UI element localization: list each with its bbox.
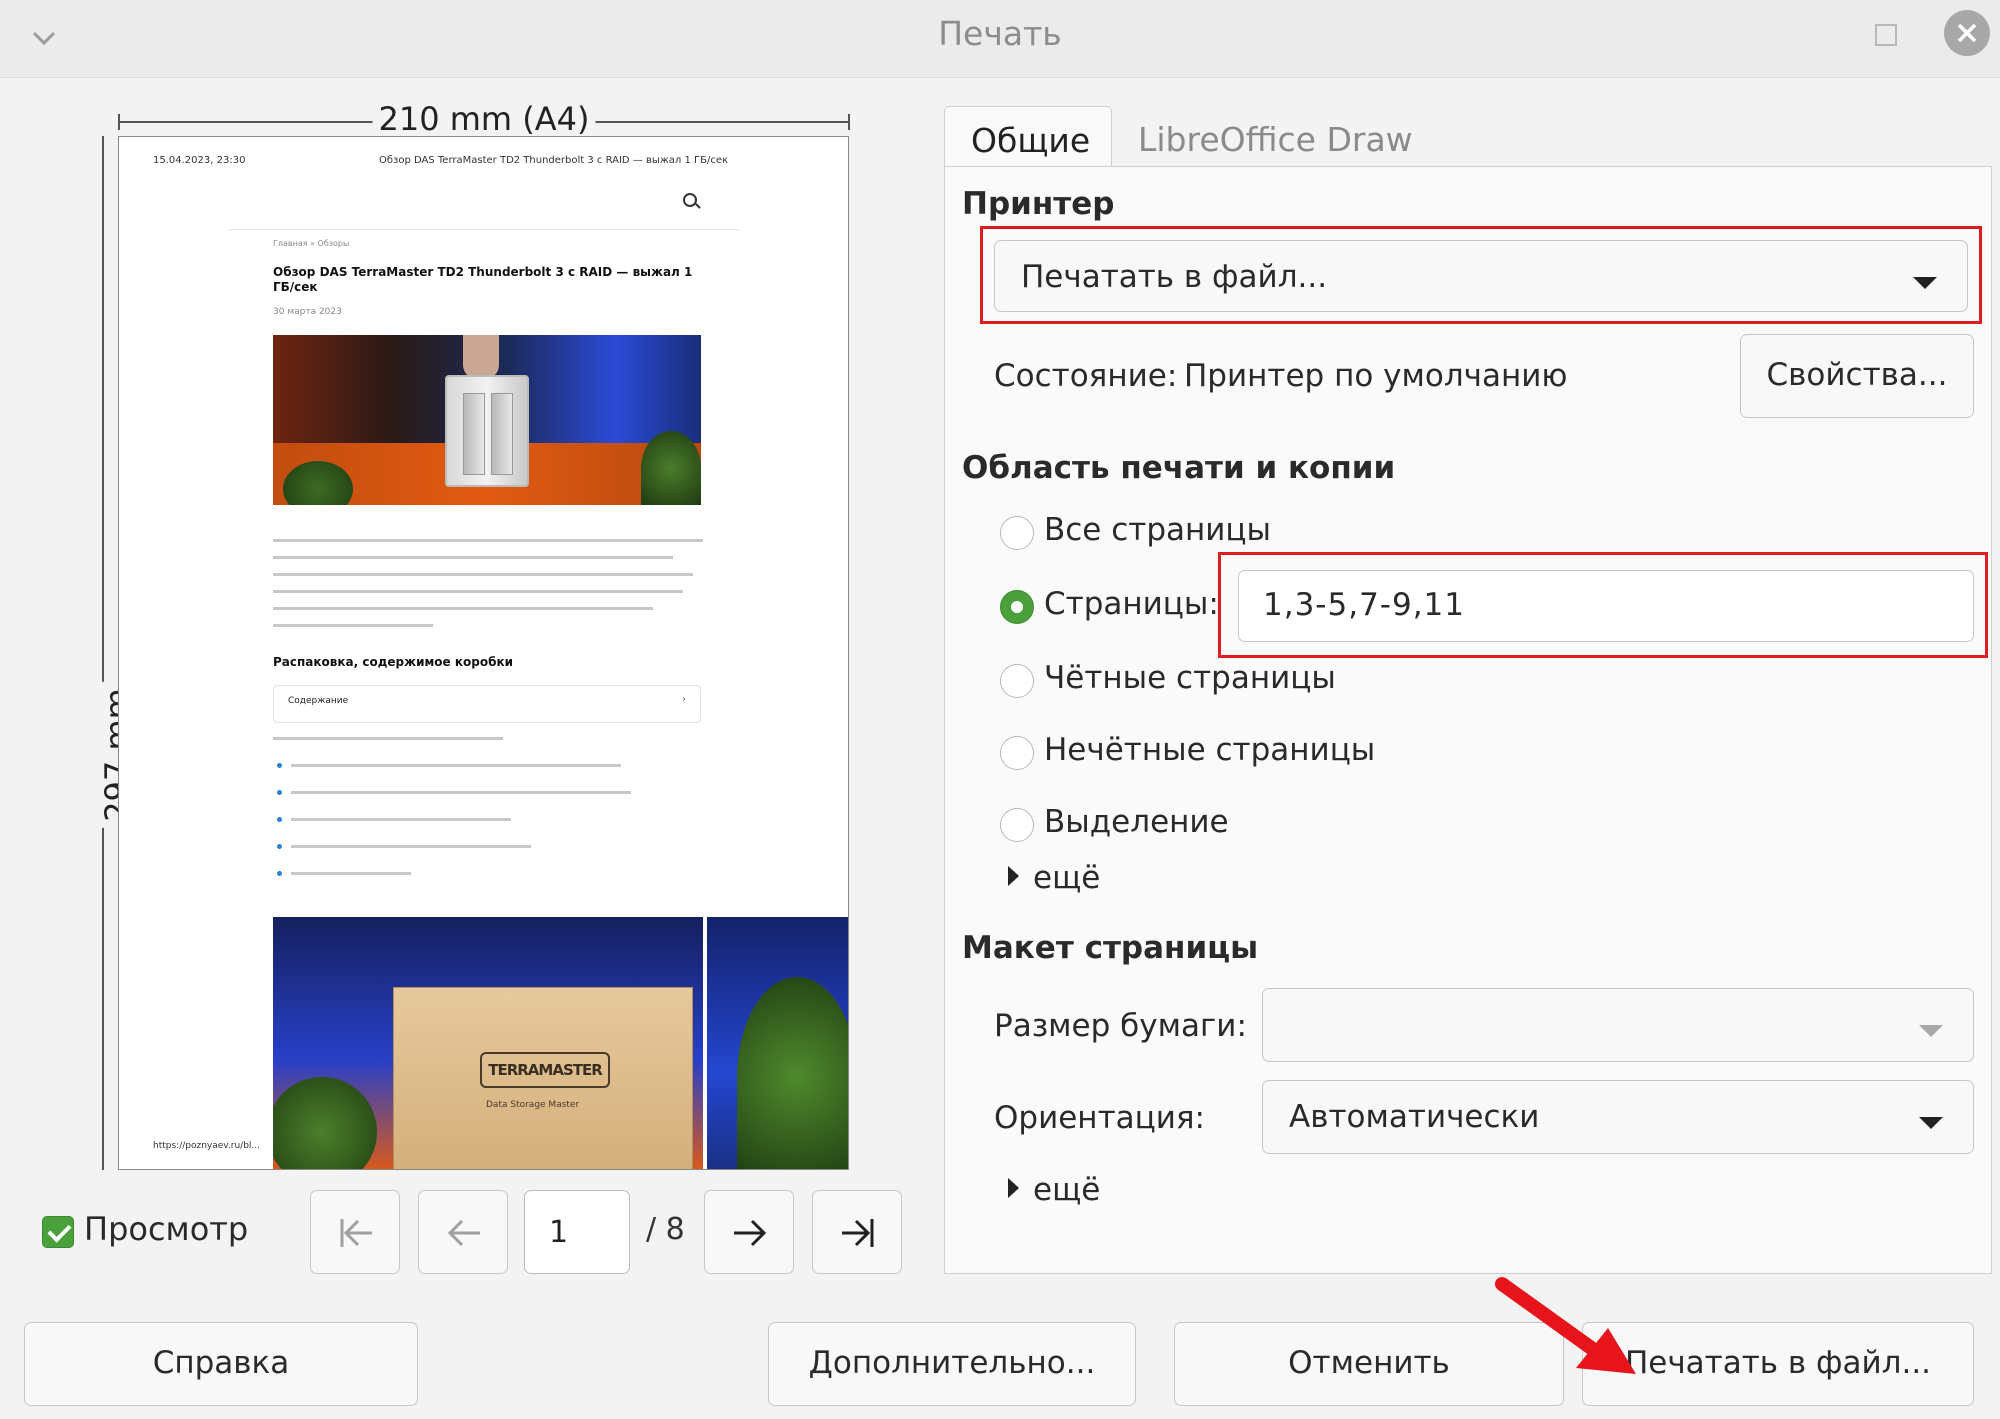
print-preview-page: 15.04.2023, 23:30 Обзор DAS TerraMaster … — [118, 136, 849, 1170]
previous-page-button[interactable] — [418, 1190, 508, 1274]
page-layout-heading: Макет страницы — [962, 930, 1259, 966]
radio-even-pages-label[interactable]: Чётные страницы — [1044, 660, 1336, 696]
arrow-right-icon — [734, 1219, 767, 1247]
radio-selection-label[interactable]: Выделение — [1044, 804, 1229, 840]
pages-input-value: 1,3-5,7-9,11 — [1263, 587, 1465, 623]
article-photo — [273, 335, 701, 505]
current-page-input[interactable]: 1 — [524, 1190, 630, 1274]
range-more-expander[interactable]: ещё — [1008, 860, 1100, 896]
preview-article-date: 30 марта 2023 — [273, 307, 342, 317]
preview-article-title: Обзор DAS TerraMaster TD2 Thunderbolt 3 … — [273, 265, 693, 294]
divider — [229, 229, 739, 230]
preview-header: Обзор DAS TerraMaster TD2 Thunderbolt 3 … — [379, 155, 729, 166]
article-photo-box: TERRAMASTER Data Storage Master — [273, 917, 703, 1169]
preview-bullet-list — [273, 763, 673, 898]
first-page-button[interactable] — [310, 1190, 400, 1274]
tab-general[interactable]: Общие — [944, 106, 1112, 168]
article-photo-side — [707, 917, 848, 1169]
orientation-select[interactable]: Автоматически — [1262, 1080, 1974, 1154]
range-more-label: ещё — [1033, 860, 1101, 896]
radio-selection[interactable] — [1000, 808, 1034, 842]
preview-paragraph — [273, 527, 703, 641]
radio-odd-pages-label[interactable]: Нечётные страницы — [1044, 732, 1375, 768]
tab-libreoffice-draw[interactable]: LibreOffice Draw — [1112, 106, 1439, 168]
first-page-icon — [340, 1219, 372, 1247]
last-page-button[interactable] — [812, 1190, 902, 1274]
expand-triangle-icon — [1008, 866, 1019, 886]
search-icon — [683, 193, 697, 207]
preview-logo-tagline: Data Storage Master — [486, 1100, 580, 1110]
preview-date: 15.04.2023, 23:30 — [153, 155, 246, 166]
orientation-label: Ориентация: — [994, 1100, 1205, 1136]
print-to-file-button[interactable]: Печатать в файл... — [1582, 1322, 1974, 1406]
preview-logo: TERRAMASTER — [480, 1052, 610, 1088]
radio-pages-label[interactable]: Страницы: — [1044, 586, 1219, 622]
title-bar: Печать — [0, 0, 2000, 78]
pages-input[interactable]: 1,3-5,7-9,11 — [1238, 570, 1974, 642]
properties-button[interactable]: Свойства... — [1740, 334, 1974, 418]
dropdown-arrow-icon — [1919, 1117, 1943, 1129]
preview-checkbox-label[interactable]: Просмотр — [84, 1210, 248, 1248]
status-label: Состояние: — [994, 358, 1178, 394]
layout-more-expander[interactable]: ещё — [1008, 1172, 1100, 1208]
preview-heading: Распаковка, содержимое коробки — [273, 655, 514, 669]
dropdown-arrow-icon — [1913, 277, 1937, 289]
window-title: Печать — [938, 14, 1062, 53]
radio-all-pages[interactable] — [1000, 516, 1034, 550]
layout-more-label: ещё — [1033, 1172, 1101, 1208]
help-button[interactable]: Справка — [24, 1322, 418, 1406]
last-page-icon — [842, 1219, 874, 1247]
orientation-value: Автоматически — [1289, 1099, 1540, 1135]
advanced-button[interactable]: Дополнительно... — [768, 1322, 1136, 1406]
preview-url: https://poznyaev.ru/bl... — [153, 1141, 261, 1151]
printer-select-value: Печатать в файл... — [1021, 259, 1328, 295]
total-pages: / 8 — [646, 1212, 685, 1247]
dropdown-arrow-icon — [1919, 1025, 1943, 1037]
close-icon[interactable] — [1944, 10, 1990, 56]
annotation-arrow-icon — [1495, 1277, 1636, 1374]
preview-toc: Содержание › — [273, 685, 701, 723]
radio-all-pages-label[interactable]: Все страницы — [1044, 512, 1271, 548]
paper-size-label: Размер бумаги: — [994, 1008, 1247, 1044]
preview-text-line — [273, 737, 503, 740]
width-label: 210 mm (A4) — [372, 100, 596, 138]
radio-even-pages[interactable] — [1000, 664, 1034, 698]
expand-triangle-icon — [1008, 1178, 1019, 1198]
printer-heading: Принтер — [962, 186, 1115, 222]
printer-select[interactable]: Печатать в файл... — [994, 240, 1968, 312]
radio-odd-pages[interactable] — [1000, 736, 1034, 770]
maximize-icon[interactable] — [1875, 24, 1897, 46]
preview-checkbox[interactable] — [42, 1216, 74, 1248]
preview-breadcrumb: Главная » Обзоры — [273, 239, 350, 248]
radio-pages[interactable] — [1000, 590, 1034, 624]
chevron-right-icon: › — [682, 694, 686, 705]
status-value: Принтер по умолчанию — [1184, 358, 1568, 394]
preview-toc-label: Содержание — [288, 696, 349, 706]
next-page-button[interactable] — [704, 1190, 794, 1274]
arrow-left-icon — [447, 1219, 480, 1247]
print-range-heading: Область печати и копии — [962, 450, 1396, 486]
paper-size-select[interactable] — [1262, 988, 1974, 1062]
